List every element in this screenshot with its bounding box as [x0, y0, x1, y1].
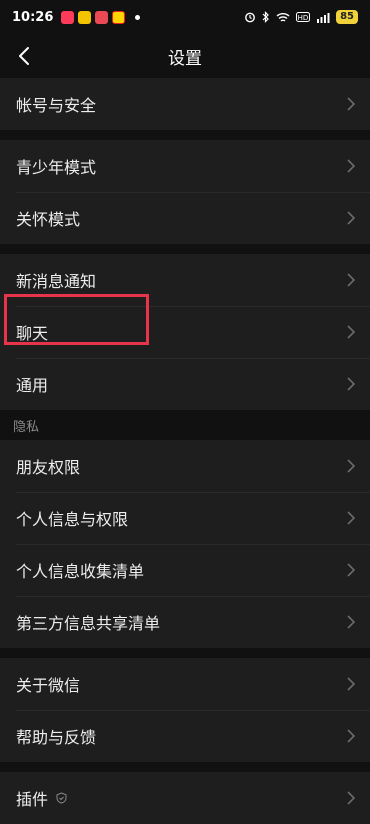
- signal-icon: [317, 12, 330, 23]
- item-label: 帮助与反馈: [16, 728, 97, 747]
- privacy-group: 朋友权限 个人信息与权限 个人信息收集清单 第三方信息共享清单: [0, 440, 370, 648]
- chevron-right-icon: [347, 325, 355, 339]
- teen-mode-item[interactable]: 青少年模式: [0, 140, 370, 192]
- status-bar: 10:26 HD 85: [0, 0, 370, 34]
- chevron-right-icon: [347, 791, 355, 805]
- plugins-group: 插件: [0, 772, 370, 824]
- chevron-right-icon: [347, 273, 355, 287]
- status-indicators: HD 85: [244, 10, 358, 24]
- chevron-right-icon: [347, 563, 355, 577]
- item-label: 青少年模式: [16, 158, 97, 177]
- friend-permissions-item[interactable]: 朋友权限: [0, 440, 370, 492]
- personal-info-permissions-item[interactable]: 个人信息与权限: [0, 492, 370, 544]
- chevron-right-icon: [347, 459, 355, 473]
- chevron-right-icon: [347, 677, 355, 691]
- chevron-right-icon: [347, 377, 355, 391]
- message-group: 新消息通知 聊天 通用: [0, 254, 370, 410]
- third-party-sharing-item[interactable]: 第三方信息共享清单: [0, 596, 370, 648]
- about-wechat-item[interactable]: 关于微信: [0, 658, 370, 710]
- new-message-notification-item[interactable]: 新消息通知: [0, 254, 370, 306]
- item-label: 关怀模式: [16, 210, 81, 229]
- page-title: 设置: [168, 48, 202, 69]
- chevron-right-icon: [347, 159, 355, 173]
- help-feedback-item[interactable]: 帮助与反馈: [0, 710, 370, 762]
- weibo-app-icon: [112, 10, 126, 24]
- about-group: 关于微信 帮助与反馈: [0, 658, 370, 762]
- chevron-right-icon: [347, 615, 355, 629]
- privacy-section-label: 隐私: [0, 410, 370, 440]
- status-time: 10:26: [12, 9, 54, 25]
- general-item[interactable]: 通用: [0, 358, 370, 410]
- shopping-app-icon: [95, 10, 109, 24]
- notification-icons: [61, 10, 141, 24]
- wifi-icon: [276, 12, 290, 22]
- battery-level: 85: [336, 10, 358, 24]
- back-arrow-icon[interactable]: [12, 44, 36, 68]
- bluetooth-icon: [262, 11, 269, 23]
- care-mode-item[interactable]: 关怀模式: [0, 192, 370, 244]
- video-app-icon: [61, 10, 75, 24]
- chevron-right-icon: [347, 97, 355, 111]
- mode-group: 青少年模式 关怀模式: [0, 140, 370, 244]
- item-label: 个人信息与权限: [16, 510, 129, 529]
- alarm-icon: [245, 12, 255, 23]
- more-notifications-icon: [135, 14, 141, 20]
- hd-icon: HD: [296, 12, 311, 22]
- item-label: 插件: [16, 790, 49, 809]
- account-security-item[interactable]: 帐号与安全: [0, 78, 370, 130]
- plugins-item[interactable]: 插件: [0, 772, 370, 824]
- svg-text:HD: HD: [298, 14, 309, 22]
- chevron-right-icon: [347, 729, 355, 743]
- item-label: 帐号与安全: [16, 96, 97, 115]
- personal-info-collection-item[interactable]: 个人信息收集清单: [0, 544, 370, 596]
- item-label: 第三方信息共享清单: [16, 614, 161, 633]
- item-label: 聊天: [16, 324, 49, 343]
- chevron-right-icon: [347, 211, 355, 225]
- item-label: 新消息通知: [16, 272, 97, 291]
- shield-icon: [56, 792, 67, 804]
- item-label: 朋友权限: [16, 458, 81, 477]
- chevron-right-icon: [347, 511, 355, 525]
- account-group: 帐号与安全: [0, 78, 370, 130]
- nav-bar: 设置: [0, 34, 370, 78]
- item-label: 通用: [16, 376, 49, 395]
- item-label: 关于微信: [16, 676, 81, 695]
- chat-item[interactable]: 聊天: [0, 306, 370, 358]
- item-label: 个人信息收集清单: [16, 562, 145, 581]
- settings-list: 帐号与安全 青少年模式 关怀模式 新消息通知 聊天 通用 隐私 朋友权限 个人信…: [0, 78, 370, 824]
- meituan-app-icon: [78, 10, 92, 24]
